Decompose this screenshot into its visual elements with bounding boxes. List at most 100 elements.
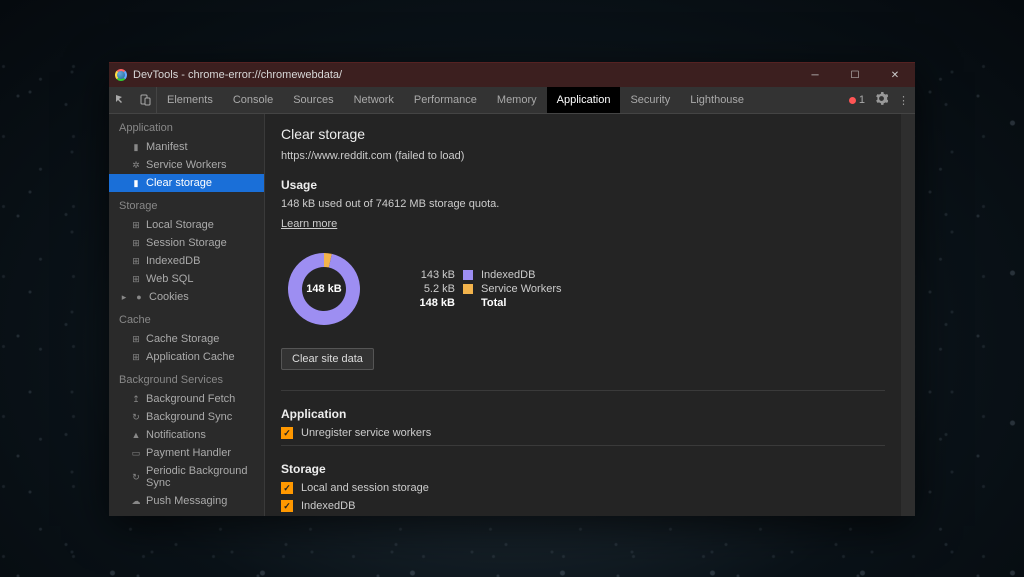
sync-icon: ↻: [131, 472, 141, 482]
clear-site-data-button[interactable]: Clear site data: [281, 348, 374, 370]
error-badge[interactable]: 1: [849, 94, 865, 106]
checkbox-label: Local and session storage: [301, 482, 429, 494]
sidebar-item-label: Application Cache: [146, 351, 235, 363]
gear-icon[interactable]: [875, 92, 888, 108]
tab-application[interactable]: Application: [547, 87, 621, 113]
grid-icon: ⊞: [131, 274, 141, 284]
sidebar-item-label: Cache Storage: [146, 333, 219, 345]
checkbox-row[interactable]: ✓ Local and session storage: [281, 482, 885, 494]
legend-total: 148 kBTotal: [407, 297, 561, 309]
sidebar-item-push-messaging[interactable]: ☁Push Messaging: [109, 492, 264, 510]
grid-icon: ⊞: [131, 238, 141, 248]
sidebar-header: Frames: [109, 510, 264, 516]
gear-icon: ✲: [131, 160, 141, 170]
window-titlebar[interactable]: DevTools - chrome-error://chromewebdata/…: [109, 63, 915, 87]
sidebar-item-cache-storage[interactable]: ⊞ Cache Storage: [109, 330, 264, 348]
page-title: Clear storage: [281, 126, 885, 142]
tab-security[interactable]: Security: [620, 87, 680, 113]
card-icon: ▭: [131, 448, 141, 458]
sidebar-item-label: Notifications: [146, 429, 206, 441]
grid-icon: ⊞: [131, 334, 141, 344]
sidebar-item-service-workers[interactable]: ✲Service Workers: [109, 156, 264, 174]
checkbox-icon[interactable]: ✓: [281, 500, 293, 512]
sidebar-item-session-storage[interactable]: ⊞ Session Storage: [109, 234, 264, 252]
main-content: Clear storage https://www.reddit.com (fa…: [265, 114, 901, 516]
sidebar-header: Application: [109, 114, 264, 138]
sidebar-item-cookies[interactable]: ▸ ● Cookies: [109, 288, 264, 306]
checkbox-label: IndexedDB: [301, 500, 355, 512]
sidebar-item-label: Background Fetch: [146, 393, 235, 405]
sidebar-item-label: Web SQL: [146, 273, 194, 285]
section-header: Storage: [281, 462, 885, 476]
site-url: https://www.reddit.com (failed to load): [281, 150, 885, 162]
tab-performance[interactable]: Performance: [404, 87, 487, 113]
legend-swatch: [463, 270, 473, 280]
chevron-right-icon: ▸: [119, 292, 129, 302]
window-title: DevTools - chrome-error://chromewebdata/: [133, 69, 342, 81]
sidebar-item-label: Cookies: [149, 291, 189, 303]
sidebar-item-periodic-background-sync[interactable]: ↻ Periodic Background Sync: [109, 462, 264, 492]
tab-memory[interactable]: Memory: [487, 87, 547, 113]
close-button[interactable]: ✕: [875, 63, 915, 87]
section-storage: Storage ✓ Local and session storage ✓ Indexe…: [281, 445, 885, 516]
sidebar-item-indexeddb[interactable]: ⊞ IndexedDB: [109, 252, 264, 270]
sidebar-item-label: Clear storage: [146, 177, 212, 189]
sidebar-item-manifest[interactable]: ▮ Manifest: [109, 138, 264, 156]
grid-icon: ⊞: [131, 256, 141, 266]
devtools-tabbar: Elements Console Sources Network Perform…: [109, 87, 915, 114]
scrollbar[interactable]: [901, 114, 915, 516]
inspect-icon[interactable]: [109, 87, 133, 113]
legend-row: 5.2 kBService Workers: [407, 283, 561, 295]
legend-value: 5.2 kB: [407, 283, 455, 295]
tab-sources[interactable]: Sources: [283, 87, 343, 113]
sidebar-item-application-cache[interactable]: ⊞ Application Cache: [109, 348, 264, 366]
fetch-icon: ↥: [131, 394, 141, 404]
sidebar-item-background-fetch[interactable]: ↥ Background Fetch: [109, 390, 264, 408]
minimize-button[interactable]: ─: [795, 63, 835, 87]
tab-console[interactable]: Console: [223, 87, 283, 113]
usage-header: Usage: [281, 178, 885, 192]
checkbox-row[interactable]: ✓ IndexedDB: [281, 500, 885, 512]
sidebar-item-web-sql[interactable]: ⊞ Web SQL: [109, 270, 264, 288]
sidebar-item-payment-handler[interactable]: ▭ Payment Handler: [109, 444, 264, 462]
chrome-icon: [115, 69, 127, 81]
chart-legend: 143 kB IndexedDB 5.2 kBService Workers 148 …: [407, 267, 561, 311]
tab-lighthouse[interactable]: Lighthouse: [680, 87, 754, 113]
db-icon: ▮: [131, 178, 141, 188]
sidebar-item-label: Periodic Background Sync: [146, 465, 254, 489]
devtools-window: DevTools - chrome-error://chromewebdata/…: [109, 62, 915, 516]
bell-icon: ▲: [131, 430, 141, 440]
file-icon: ▮: [131, 142, 141, 152]
device-icon[interactable]: [133, 87, 157, 113]
sidebar-item-label: Payment Handler: [146, 447, 231, 459]
sidebar-item-label: Push Messaging: [146, 495, 227, 507]
donut-center-label: 148 kB: [281, 246, 367, 332]
legend-value: 143 kB: [407, 269, 455, 281]
sidebar-item-clear-storage[interactable]: ▮ Clear storage: [109, 174, 264, 192]
grid-icon: ⊞: [131, 352, 141, 362]
legend-swatch: [463, 284, 473, 294]
sidebar-item-background-sync[interactable]: ↻Background Sync: [109, 408, 264, 426]
checkbox-icon[interactable]: ✓: [281, 482, 293, 494]
tab-network[interactable]: Network: [344, 87, 404, 113]
sidebar-item-local-storage[interactable]: ⊞Local Storage: [109, 216, 264, 234]
sidebar-header: Storage: [109, 192, 264, 216]
legend-label: IndexedDB: [481, 269, 535, 281]
checkbox-icon[interactable]: ✓: [281, 427, 293, 439]
sidebar-item-notifications[interactable]: ▲ Notifications: [109, 426, 264, 444]
learn-more-link[interactable]: Learn more: [281, 218, 337, 230]
grid-icon: ⊞: [131, 220, 141, 230]
sidebar-item-label: IndexedDB: [146, 255, 200, 267]
sidebar-item-label: Session Storage: [146, 237, 227, 249]
sidebar-item-label: Background Sync: [146, 411, 232, 423]
sidebar-item-label: Manifest: [146, 141, 188, 153]
maximize-button[interactable]: ☐: [835, 63, 875, 87]
usage-text: 148 kB used out of 74612 MB storage quot…: [281, 198, 885, 210]
cookie-icon: ●: [134, 292, 144, 302]
checkbox-label: Unregister service workers: [301, 427, 431, 439]
section-application: Application✓Unregister service workers: [281, 390, 885, 439]
checkbox-row[interactable]: ✓ Unregister service workers: [281, 427, 885, 439]
sidebar-header: Cache: [109, 306, 264, 330]
kebab-icon[interactable]: ⋮: [898, 94, 909, 107]
tab-elements[interactable]: Elements: [157, 87, 223, 113]
